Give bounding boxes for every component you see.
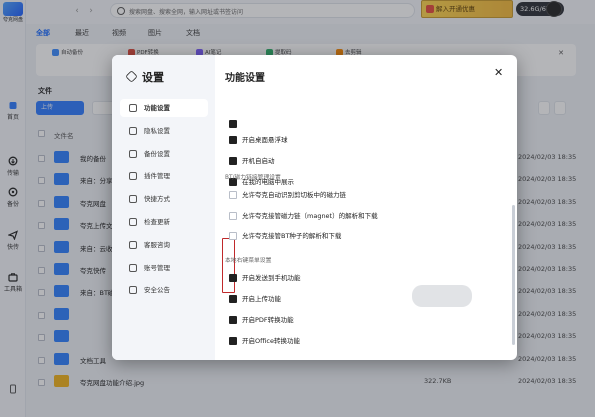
setting-option[interactable]: 允许夸克接管BT种子的解析和下载 bbox=[229, 229, 341, 243]
nav-icon bbox=[129, 240, 137, 249]
setting-option-partial[interactable] bbox=[229, 117, 242, 131]
setting-option[interactable]: 开启PDF转换功能 bbox=[229, 313, 294, 327]
settings-nav-item[interactable]: 客服咨询 bbox=[120, 236, 208, 254]
setting-option[interactable]: 允许夸克自动识别剪切板中的磁力链 bbox=[229, 188, 346, 202]
settings-nav-item[interactable]: 功能设置 bbox=[120, 99, 208, 117]
option-label: 允许夸克接管磁力链（magnet）的解析和下载 bbox=[242, 211, 378, 220]
setting-option[interactable]: 开启发送到手机功能 bbox=[229, 271, 301, 285]
group-label-context-menu: 本地右键菜单设置 bbox=[225, 258, 272, 264]
checkbox[interactable] bbox=[229, 157, 237, 165]
settings-title: 设置 bbox=[125, 69, 164, 85]
setting-option[interactable]: 开启Office转换功能 bbox=[229, 334, 300, 348]
option-label: 开启桌面悬浮球 bbox=[242, 136, 288, 144]
settings-nav-item[interactable]: 安全公告 bbox=[120, 281, 208, 299]
option-label: 开启PDF转换功能 bbox=[242, 316, 294, 324]
nav-icon bbox=[129, 172, 137, 181]
checkbox[interactable] bbox=[229, 274, 237, 282]
close-icon[interactable]: ✕ bbox=[494, 66, 503, 79]
setting-option[interactable]: 开机自启动 bbox=[229, 154, 275, 168]
option-label: 开机自启动 bbox=[242, 157, 275, 165]
setting-option[interactable]: 开启上传功能 bbox=[229, 292, 281, 306]
option-label: 允许夸克接管BT种子的解析和下载 bbox=[242, 232, 342, 240]
settings-nav-item[interactable]: 检查更新 bbox=[120, 213, 208, 231]
checkbox[interactable] bbox=[229, 191, 237, 199]
nav-icon bbox=[129, 263, 137, 272]
nav-icon bbox=[129, 218, 137, 226]
option-label: 允许夸克自动识别剪切板中的磁力链 bbox=[242, 191, 346, 199]
nav-icon bbox=[129, 149, 137, 158]
scrollbar[interactable] bbox=[512, 205, 515, 345]
nav-icon bbox=[129, 286, 137, 295]
blurred-region bbox=[412, 285, 472, 307]
checkbox[interactable] bbox=[229, 211, 237, 220]
checkbox[interactable] bbox=[229, 136, 237, 144]
checkbox[interactable] bbox=[229, 337, 237, 345]
nav-icon bbox=[129, 104, 137, 112]
settings-sidebar: 设置 功能设置隐私设置备份设置插件管理快捷方式检查更新客服咨询账号管理安全公告 bbox=[112, 55, 215, 360]
nav-icon bbox=[129, 195, 137, 204]
settings-dialog: 设置 功能设置 隐私设置 备份设置 插件管理 快捷方式 检查更新 客服咨询 账号管理 安全公告 … bbox=[112, 55, 517, 360]
checkbox[interactable] bbox=[229, 295, 237, 303]
setting-option[interactable]: 开启桌面悬浮球 bbox=[229, 133, 288, 147]
option-label: 开启发送到手机功能 bbox=[242, 274, 301, 282]
settings-icon bbox=[125, 70, 138, 83]
checkbox[interactable] bbox=[229, 120, 237, 128]
setting-option[interactable]: 允许夸克接管磁力链（magnet）的解析和下载 bbox=[229, 209, 378, 223]
option-label: 开启Office转换功能 bbox=[242, 337, 300, 345]
settings-nav-item[interactable]: 插件管理 bbox=[120, 167, 208, 185]
settings-nav-item[interactable]: 隐私设置 bbox=[120, 122, 208, 140]
settings-nav-item[interactable]: 备份设置 bbox=[120, 145, 208, 163]
settings-nav-item[interactable]: 账号管理 bbox=[120, 259, 208, 277]
settings-nav-item[interactable]: 快捷方式 bbox=[120, 190, 208, 208]
checkbox[interactable] bbox=[229, 316, 237, 324]
checkbox[interactable] bbox=[229, 232, 237, 240]
panel-title: 功能设置 bbox=[225, 73, 265, 84]
option-label: 开启上传功能 bbox=[242, 295, 281, 303]
nav-icon bbox=[129, 126, 137, 135]
group-label-bt: BT/磁力链接管理设置 bbox=[225, 175, 281, 181]
